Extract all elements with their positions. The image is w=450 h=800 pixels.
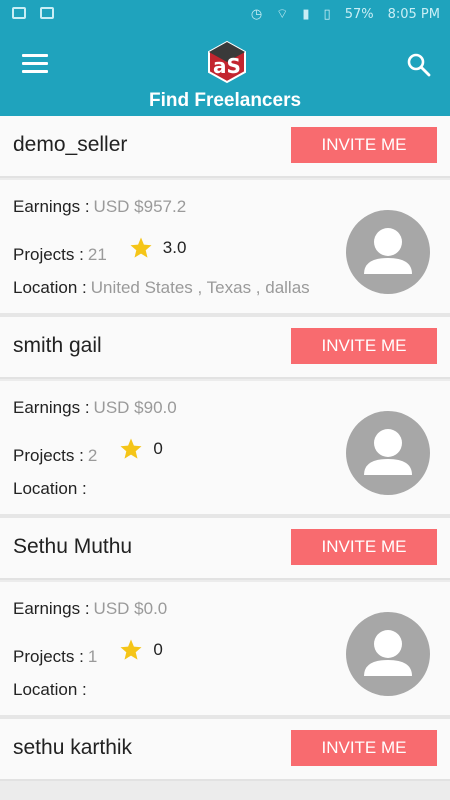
user-icon [364, 630, 412, 676]
freelancer-details[interactable]: Earnings : USD $957.2 Projects :21 3.0 Loc… [0, 180, 450, 317]
freelancer-header: sethu karthik INVITE ME [0, 719, 450, 781]
earnings-label: Earnings : [13, 398, 90, 417]
projects-row: Projects :2 0 [13, 437, 163, 466]
wifi-icon: ⌔ [276, 7, 289, 22]
projects-row: Projects :1 0 [13, 638, 163, 667]
location-value: United States , Texas , dallas [90, 278, 310, 297]
signal-icon: ▮ [302, 6, 310, 22]
location-row: Location : United States , Texas , dallas [13, 278, 310, 298]
freelancer-header: Sethu Muthu INVITE ME [0, 518, 450, 580]
app-bar: aS Find Freelancers [0, 30, 450, 116]
earnings-row: Earnings : USD $90.0 [13, 398, 177, 418]
location-row: Location : [13, 680, 91, 700]
projects-value: 1 [87, 647, 98, 666]
page-title: Find Freelancers [148, 90, 302, 111]
star-icon [130, 237, 152, 258]
earnings-value: USD $90.0 [93, 398, 177, 417]
invite-button[interactable]: INVITE ME [291, 127, 437, 163]
invite-button[interactable]: INVITE ME [291, 328, 437, 364]
rating-value: 0 [153, 439, 163, 458]
projects-label: Projects : [13, 647, 84, 666]
earnings-value: USD $957.2 [93, 197, 187, 216]
rating-value: 0 [153, 640, 163, 659]
earnings-row: Earnings : USD $0.0 [13, 599, 167, 619]
rating-value: 3.0 [162, 238, 187, 257]
location-label: Location : [13, 479, 87, 498]
freelancer-details[interactable]: Earnings : USD $0.0 Projects :1 0 Location… [0, 582, 450, 719]
location-label: Location : [13, 680, 87, 699]
play-store-icon [40, 7, 54, 19]
user-icon [364, 429, 412, 475]
avatar[interactable] [346, 411, 430, 495]
freelancer-name[interactable]: smith gail [13, 334, 102, 358]
invite-button[interactable]: INVITE ME [291, 529, 437, 565]
projects-label: Projects : [13, 446, 84, 465]
invite-button[interactable]: INVITE ME [291, 730, 437, 766]
battery-icon: ▯ [323, 6, 331, 22]
projects-label: Projects : [13, 245, 84, 264]
freelancer-header: demo_seller INVITE ME [0, 116, 450, 178]
earnings-value: USD $0.0 [93, 599, 168, 618]
earnings-row: Earnings : USD $957.2 [13, 197, 186, 217]
earnings-label: Earnings : [13, 599, 90, 618]
star-icon [120, 438, 142, 459]
freelancer-header: smith gail INVITE ME [0, 317, 450, 379]
avatar[interactable] [346, 210, 430, 294]
menu-icon[interactable] [22, 54, 48, 76]
svg-text:aS: aS [213, 54, 241, 78]
location-label: Location : [13, 278, 87, 297]
projects-value: 21 [87, 245, 107, 264]
earnings-label: Earnings : [13, 197, 90, 216]
status-bar: ◷ ⌔ ▮ ▯ 57% 8:05 PM [0, 0, 450, 30]
user-icon [364, 228, 412, 274]
avatar[interactable] [346, 612, 430, 696]
freelancer-name[interactable]: sethu karthik [13, 736, 132, 760]
image-icon [12, 7, 26, 19]
freelancer-list: demo_seller INVITE ME Earnings : USD $957… [0, 116, 450, 781]
search-icon[interactable] [406, 52, 432, 78]
location-row: Location : [13, 479, 91, 499]
clock: 8:05 PM [387, 6, 440, 22]
star-icon [120, 639, 142, 660]
projects-row: Projects :21 3.0 [13, 236, 186, 265]
app-logo: aS [208, 40, 246, 84]
battery-percent: 57% [344, 6, 374, 22]
freelancer-name[interactable]: Sethu Muthu [13, 535, 132, 559]
alarm-icon: ◷ [250, 6, 263, 22]
projects-value: 2 [87, 446, 98, 465]
freelancer-name[interactable]: demo_seller [13, 133, 127, 157]
freelancer-details[interactable]: Earnings : USD $90.0 Projects :2 0 Locatio… [0, 381, 450, 518]
